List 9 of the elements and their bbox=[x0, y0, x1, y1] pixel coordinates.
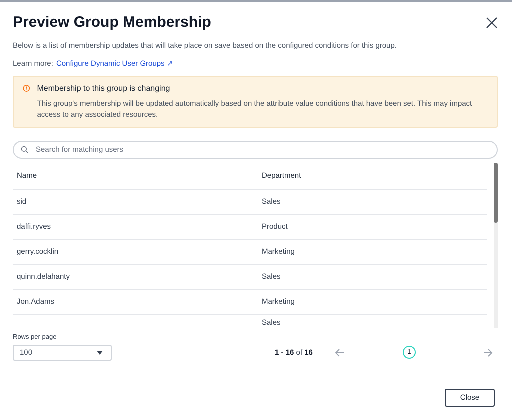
warning-icon bbox=[23, 84, 30, 93]
warning-title: Membership to this group is changing bbox=[37, 84, 172, 93]
close-icon[interactable] bbox=[486, 16, 498, 28]
next-page-icon[interactable] bbox=[483, 348, 493, 358]
dialog-title: Preview Group Membership bbox=[13, 14, 212, 31]
caret-icon bbox=[97, 350, 103, 354]
search-icon bbox=[21, 146, 29, 154]
scrollbar[interactable] bbox=[494, 162, 498, 328]
previous-page-icon[interactable] bbox=[334, 348, 345, 358]
